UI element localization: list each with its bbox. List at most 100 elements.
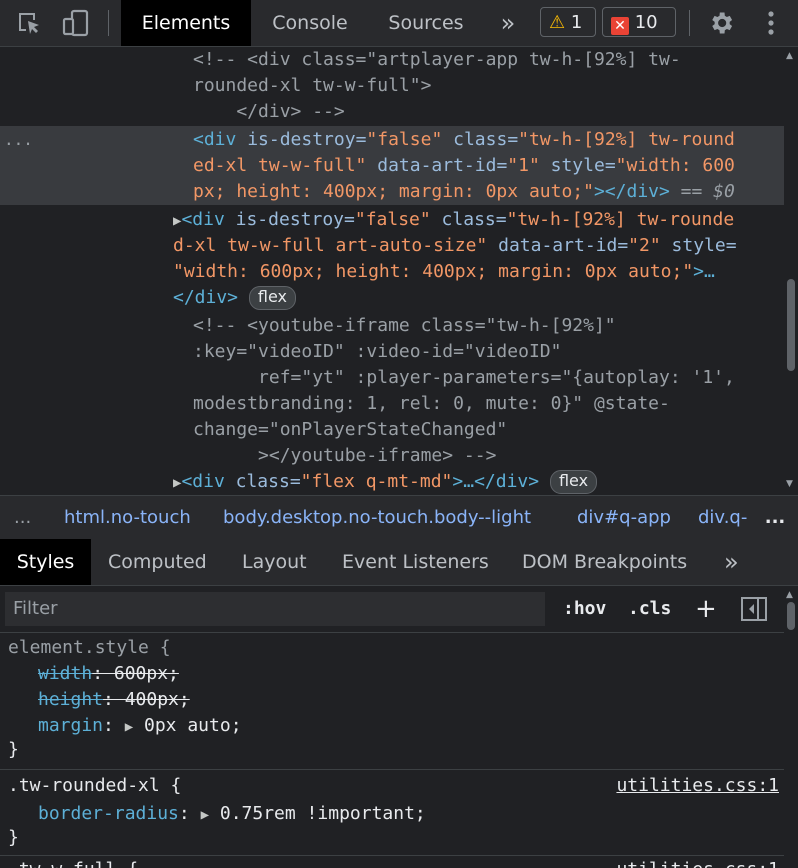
attr-eq: = — [495, 209, 507, 230]
tab-styles[interactable]: Styles — [0, 539, 91, 585]
scroll-down-icon[interactable]: ▼ — [786, 479, 793, 489]
tag-collapsed: >…</div> — [452, 471, 540, 492]
declaration-border-radius[interactable]: border-radius: ▶ 0.75rem !important; — [38, 801, 426, 827]
comment-line[interactable]: ref="yt" :player-parameters="{autoplay: … — [193, 365, 735, 391]
breadcrumb-scroll-right[interactable]: ... — [752, 496, 798, 539]
comment-line[interactable]: change="onPlayerStateChanged" — [193, 417, 507, 443]
warnings-count: 1 — [570, 12, 583, 33]
property-colon: : — [103, 715, 114, 736]
comment-line[interactable]: <!-- <youtube-iframe class="tw-h-[92%]" — [193, 313, 616, 339]
styles-scrollbar[interactable]: ▲ — [784, 586, 798, 868]
attr-eq: = — [289, 471, 301, 492]
property-colon: : — [178, 803, 190, 824]
kebab-menu-icon[interactable] — [756, 8, 786, 38]
warnings-badge[interactable]: ⚠ 1 — [540, 7, 596, 37]
rule-selector-tw-w-full[interactable]: .tw-w-full { — [8, 857, 138, 868]
styles-more-tabs-button[interactable]: » — [724, 539, 739, 585]
breadcrumb-div-app[interactable]: div#q-app — [577, 496, 671, 539]
node-line[interactable]: "width: 600px; height: 400px; margin: 0p… — [173, 259, 715, 285]
attr-name: class — [442, 129, 508, 150]
comment-line[interactable]: ></youtube-iframe> --> — [193, 443, 496, 469]
breadcrumb-body[interactable]: body.desktop.no-touch.body--light — [223, 496, 531, 539]
crumb-class: #q-app — [604, 507, 671, 528]
rule-selector-element-style[interactable]: element.style { — [8, 635, 171, 661]
tag-open: <div — [193, 129, 237, 150]
styles-rules: element.style { width: 600px; height: 40… — [0, 633, 784, 868]
attr-name: style — [660, 235, 726, 256]
tag-open: <div — [181, 209, 225, 230]
declaration-height[interactable]: height: 400px; — [38, 687, 190, 713]
attr-name: style — [539, 155, 605, 176]
errors-badge[interactable]: ✕ 10 — [602, 7, 676, 37]
crumb-tag: div — [577, 507, 605, 528]
comment-line[interactable]: rounded-xl tw-w-full"> — [193, 73, 431, 99]
settings-gear-icon[interactable] — [706, 8, 736, 38]
cls-toggle-button[interactable]: .cls — [628, 592, 671, 626]
selector-text: element.style { — [8, 637, 171, 658]
attr-name: is-destroy — [236, 129, 356, 150]
selector-text: .tw-w-full { — [8, 859, 138, 868]
rule-close-brace: } — [8, 739, 19, 760]
selected-node-line-3[interactable]: px; height: 400px; margin: 0px auto;"></… — [193, 179, 735, 205]
scroll-up-icon[interactable]: ▲ — [786, 590, 793, 600]
scroll-up-icon[interactable]: ▲ — [786, 51, 793, 61]
stylesheet-source-link[interactable]: utilities.css:1 — [616, 773, 779, 799]
breadcrumb-scroll-left[interactable]: ... — [14, 496, 31, 539]
tab-elements[interactable]: Elements — [121, 0, 251, 46]
more-tabs-button[interactable]: » — [490, 0, 526, 46]
comment-line[interactable]: </div> --> — [193, 99, 344, 125]
styles-tabbar: Styles Computed Layout Event Listeners D… — [0, 539, 798, 586]
attr-name: data-art-id — [487, 235, 618, 256]
attr-eq: = — [604, 155, 616, 176]
property-value: : 400px; — [103, 689, 190, 710]
declaration-margin[interactable]: margin: ▶ 0px auto; — [38, 713, 242, 739]
attr-value: "false" — [354, 209, 431, 230]
node-line[interactable]: d-xl tw-w-full art-auto-size" data-art-i… — [173, 233, 737, 259]
scrollbar-thumb[interactable] — [787, 279, 795, 371]
new-style-rule-button[interactable]: + — [695, 592, 717, 626]
comment-line[interactable]: :key="videoID" :video-id="videoID" — [193, 339, 561, 365]
tab-event-listeners[interactable]: Event Listeners — [342, 539, 489, 585]
stylesheet-source-link[interactable]: utilities.css:1 — [616, 857, 779, 868]
breadcrumb-div-q[interactable]: div.q- — [698, 496, 747, 539]
device-toolbar-icon[interactable] — [61, 8, 91, 38]
crumb-tag: div — [698, 507, 724, 528]
node-line[interactable]: ▶<div is-destroy="false" class="tw-h-[92… — [173, 207, 734, 233]
toggle-sidebar-icon[interactable] — [740, 596, 768, 626]
tab-layout[interactable]: Layout — [242, 539, 307, 585]
hov-toggle-button[interactable]: :hov — [563, 592, 606, 626]
rule-selector-tw-rounded-xl[interactable]: .tw-rounded-xl { — [8, 773, 181, 799]
rule-close-brace: } — [8, 827, 19, 848]
expand-shorthand-icon[interactable]: ▶ — [201, 807, 209, 823]
tab-sources[interactable]: Sources — [374, 0, 478, 46]
property-value: 0.75rem !important; — [219, 803, 426, 824]
attr-name: class — [430, 209, 496, 230]
selected-node-line-1[interactable]: <div is-destroy="false" class="tw-h-[92%… — [193, 127, 735, 153]
attr-eq: = — [496, 155, 508, 176]
tag-open: <div — [181, 471, 225, 492]
expand-shorthand-icon[interactable]: ▶ — [125, 719, 133, 735]
node-actions-ellipsis[interactable]: ... — [4, 127, 33, 153]
node-line[interactable]: ▶<div class="flex q-mt-md">…</div> flex — [173, 469, 598, 494]
comment-line[interactable]: modestbranding: 1, rel: 0, mute: 0}" @st… — [193, 391, 670, 417]
selected-node-line-2[interactable]: ed-xl tw-w-full" data-art-id="1" style="… — [193, 153, 735, 179]
declaration-width[interactable]: width: 600px; — [38, 661, 179, 687]
inspect-element-icon[interactable] — [14, 8, 44, 38]
styles-filter-input[interactable]: Filter — [5, 592, 545, 626]
node-line[interactable]: </div> flex — [173, 285, 296, 311]
attr-eq: = — [355, 129, 367, 150]
tab-console[interactable]: Console — [256, 0, 364, 46]
attr-value: ed-xl tw-w-full" — [193, 155, 367, 176]
attr-value: "width: 600px; height: 400px; margin: 0p… — [173, 261, 694, 282]
flex-badge[interactable]: flex — [549, 470, 598, 494]
rule-divider — [0, 855, 784, 856]
elements-scrollbar[interactable]: ▲ ▼ — [784, 47, 798, 494]
tab-dom-breakpoints[interactable]: DOM Breakpoints — [522, 539, 687, 585]
scrollbar-thumb[interactable] — [787, 602, 795, 630]
attr-value: d-xl tw-w-full art-auto-size" — [173, 235, 488, 256]
flex-badge[interactable]: flex — [248, 286, 296, 310]
comment-line[interactable]: <!-- <div class="artplayer-app tw-h-[92%… — [193, 47, 681, 73]
breadcrumb-html[interactable]: html.no-touch — [64, 496, 191, 539]
error-icon: ✕ — [611, 17, 629, 35]
tab-computed[interactable]: Computed — [108, 539, 207, 585]
